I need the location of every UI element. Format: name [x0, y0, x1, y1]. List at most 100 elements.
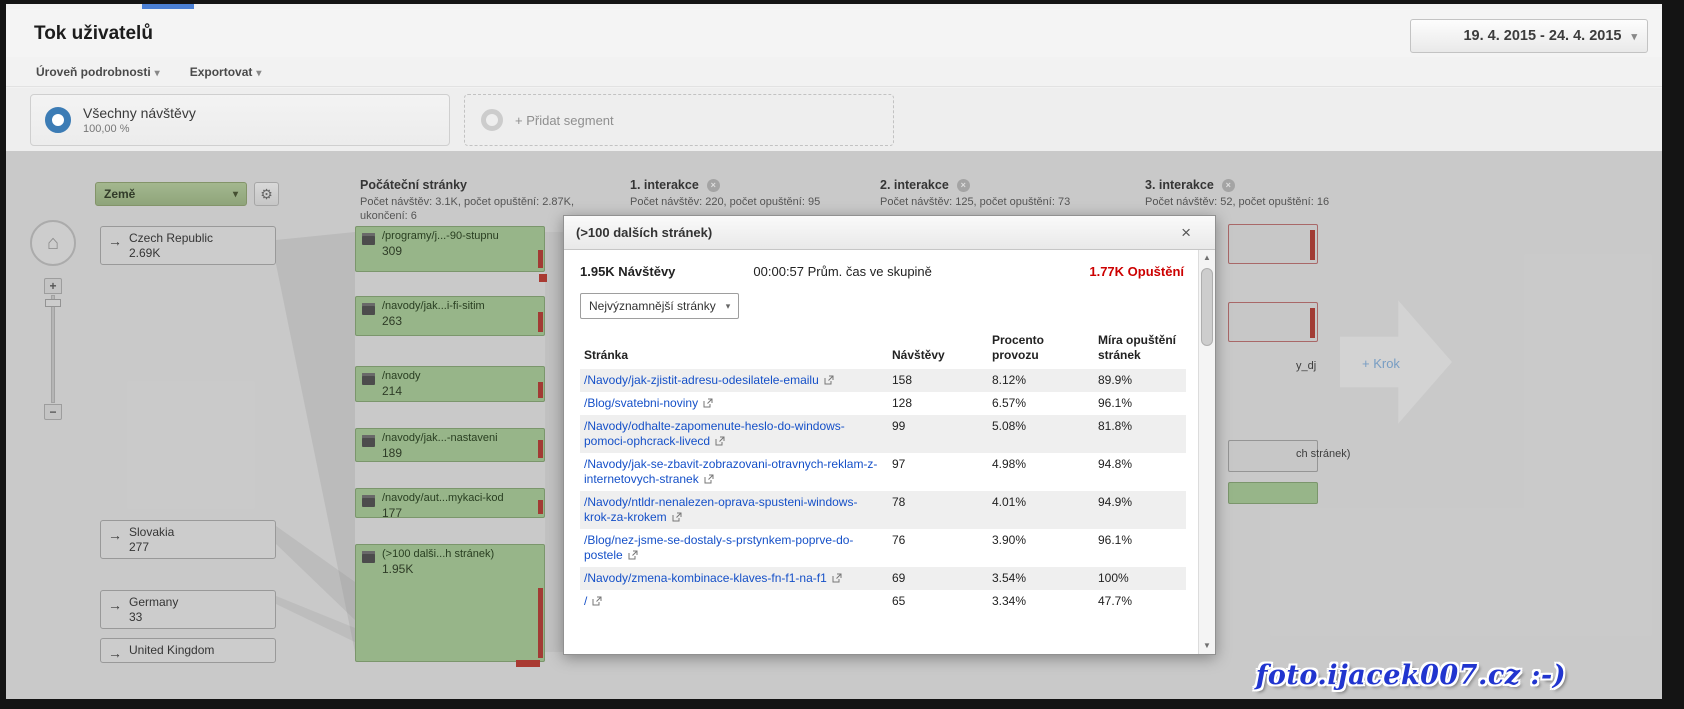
dialog-scrollbar[interactable]: ▲ ▼: [1198, 250, 1215, 654]
remove-step-icon[interactable]: ×: [1222, 179, 1235, 192]
scroll-down-icon[interactable]: ▼: [1199, 638, 1215, 654]
external-link-icon: [704, 474, 714, 484]
table-row: /Blog/nez-jsme-se-dostaly-s-prstynkem-po…: [580, 529, 1186, 567]
pages-table: Stránka Návštěvy Procento provozu Míra o…: [580, 331, 1186, 613]
segment-donut-icon: [45, 107, 71, 133]
page-link[interactable]: /Navody/jak-se-zbavit-zobrazovani-otravn…: [584, 457, 877, 486]
add-step-button[interactable]: + Krok: [1362, 356, 1400, 371]
date-range-selector[interactable]: 19. 4. 2015 - 24. 4. 2015 ▾: [1410, 19, 1648, 53]
zoom-in-button[interactable]: +: [44, 278, 62, 294]
chevron-down-icon: ▾: [256, 68, 261, 79]
stat-visits: 1.95K Návštěvy: [580, 264, 675, 279]
flow-arrow-icon: →: [108, 645, 122, 661]
scrollbar-thumb[interactable]: [1201, 268, 1213, 346]
add-segment-button[interactable]: + Přidat segment: [464, 94, 894, 146]
flow-arrow-icon: →: [108, 597, 122, 613]
page-node-4[interactable]: /navody/jak...-nastaveni 189: [355, 428, 545, 462]
add-segment-circle-icon: [481, 109, 503, 131]
partial-node[interactable]: [1228, 224, 1318, 264]
analytics-screen: Tok uživatelů 19. 4. 2015 - 24. 4. 2015 …: [6, 4, 1662, 699]
col-header-traffic: Procento provozu: [988, 331, 1094, 369]
external-link-icon: [592, 596, 602, 606]
flow-arrow-icon: →: [108, 233, 122, 249]
column-header-interaction-1: 1. interakce× Počet návštěv: 220, počet …: [630, 178, 880, 209]
close-icon[interactable]: ×: [1181, 224, 1203, 241]
stat-avg-time: 00:00:57 Prům. čas ve skupině: [753, 264, 932, 279]
dialog-stats: 1.95K Návštěvy 00:00:57 Prům. čas ve sku…: [580, 264, 1184, 279]
screenshot-frame: Tok uživatelů 19. 4. 2015 - 24. 4. 2015 …: [0, 0, 1684, 709]
exit-strip: [538, 250, 543, 268]
detail-level-dropdown[interactable]: Úroveň podrobnosti▾: [36, 65, 160, 79]
zoom-slider-track[interactable]: [51, 295, 55, 403]
report-toolbar: Úroveň podrobnosti▾ Exportovat▾: [6, 57, 1662, 87]
source-node-germany[interactable]: → Germany 33: [100, 590, 276, 629]
external-link-icon: [703, 398, 713, 408]
page-icon: [362, 233, 375, 245]
table-row: / 65 3.34% 47.7%: [580, 590, 1186, 613]
dimension-dropdown[interactable]: Země ▾: [95, 182, 247, 206]
scroll-up-icon[interactable]: ▲: [1199, 250, 1215, 266]
remove-step-icon[interactable]: ×: [707, 179, 720, 192]
partial-node[interactable]: [1228, 482, 1318, 504]
exit-marker: [539, 274, 547, 282]
page-icon: [362, 303, 375, 315]
column-header-interaction-3: 3. interakce× Počet návštěv: 52, počet o…: [1145, 178, 1395, 209]
remove-step-icon[interactable]: ×: [957, 179, 970, 192]
table-row: /Blog/svatebni-noviny 128 6.57% 96.1%: [580, 392, 1186, 415]
col-header-page: Stránka: [580, 331, 888, 369]
page-icon: [362, 551, 375, 563]
gear-icon[interactable]: ⚙: [254, 182, 279, 206]
table-row: /Navody/zmena-kombinace-klaves-fn-f1-na-…: [580, 567, 1186, 590]
external-link-icon: [628, 550, 638, 560]
table-filter-dropdown[interactable]: Nejvýznamnější stránky ▾: [580, 293, 739, 319]
table-header-row: Stránka Návštěvy Procento provozu Míra o…: [580, 331, 1186, 369]
dialog-header: (>100 dalších stránek) ×: [564, 216, 1215, 250]
external-link-icon: [832, 573, 842, 583]
page-link[interactable]: /Blog/nez-jsme-se-dostaly-s-prstynkem-po…: [584, 533, 853, 562]
page-node-other[interactable]: (>100 dalši...h stránek) 1.95K: [355, 544, 545, 662]
source-node-united-kingdom[interactable]: → United Kingdom: [100, 638, 276, 663]
exit-strip: [538, 312, 543, 332]
page-link[interactable]: /Navody/jak-zjistit-adresu-odesilatele-e…: [584, 373, 819, 387]
home-icon: ⌂: [47, 232, 59, 254]
page-icon: [362, 435, 375, 447]
external-link-icon: [824, 375, 834, 385]
page-link[interactable]: /Blog/svatebni-noviny: [584, 396, 698, 410]
table-row: /Navody/odhalte-zapomenute-heslo-do-wind…: [580, 415, 1186, 453]
page-link[interactable]: /: [584, 594, 587, 608]
zoom-slider-thumb[interactable]: [45, 299, 61, 307]
export-dropdown[interactable]: Exportovat▾: [190, 65, 262, 79]
page-node-1[interactable]: /programy/j...-90-stupnu 309: [355, 226, 545, 272]
segment-all-visits[interactable]: Všechny návštěvy 100,00 %: [30, 94, 450, 146]
segment-percent: 100,00 %: [83, 123, 196, 135]
home-zoom-button[interactable]: ⌂: [30, 220, 76, 266]
table-row: /Navody/jak-se-zbavit-zobrazovani-otravn…: [580, 453, 1186, 491]
source-node-slovakia[interactable]: → Slovakia 277: [100, 520, 276, 559]
table-row: /Navody/jak-zjistit-adresu-odesilatele-e…: [580, 369, 1186, 392]
page-link[interactable]: /Navody/zmena-kombinace-klaves-fn-f1-na-…: [584, 571, 827, 585]
stat-exits: 1.77K Opuštění: [1089, 264, 1184, 279]
col-header-visits: Návštěvy: [888, 331, 988, 369]
exit-strip: [1310, 308, 1315, 338]
exit-marker: [516, 660, 540, 667]
chevron-down-icon: ▾: [233, 189, 238, 200]
exit-strip: [1310, 230, 1315, 260]
source-node-czech-republic[interactable]: → Czech Republic 2.69K: [100, 226, 276, 265]
dialog-body: 1.95K Návštěvy 00:00:57 Prům. čas ve sku…: [564, 250, 1198, 654]
date-range-label: 19. 4. 2015 - 24. 4. 2015: [1463, 28, 1621, 44]
top-bar: Tok uživatelů 19. 4. 2015 - 24. 4. 2015 …: [6, 9, 1662, 57]
exit-strip: [538, 382, 543, 398]
page-icon: [362, 495, 375, 507]
page-node-5[interactable]: /navody/aut...mykaci-kod 177: [355, 488, 545, 518]
segments-bar: Všechny návštěvy 100,00 % + Přidat segme…: [6, 88, 1662, 152]
flow-arrow-icon: →: [108, 527, 122, 543]
page-node-2[interactable]: /navody/jak...i-fi-sitim 263: [355, 296, 545, 336]
page-node-3[interactable]: /navody 214: [355, 366, 545, 402]
chevron-down-icon: ▾: [1631, 30, 1637, 43]
external-link-icon: [672, 512, 682, 522]
partial-node[interactable]: [1228, 302, 1318, 342]
exit-strip: [538, 500, 543, 514]
zoom-out-button[interactable]: −: [44, 404, 62, 420]
chevron-down-icon: ▾: [726, 301, 731, 312]
page-link[interactable]: /Navody/ntldr-nenalezen-oprava-spusteni-…: [584, 495, 857, 524]
